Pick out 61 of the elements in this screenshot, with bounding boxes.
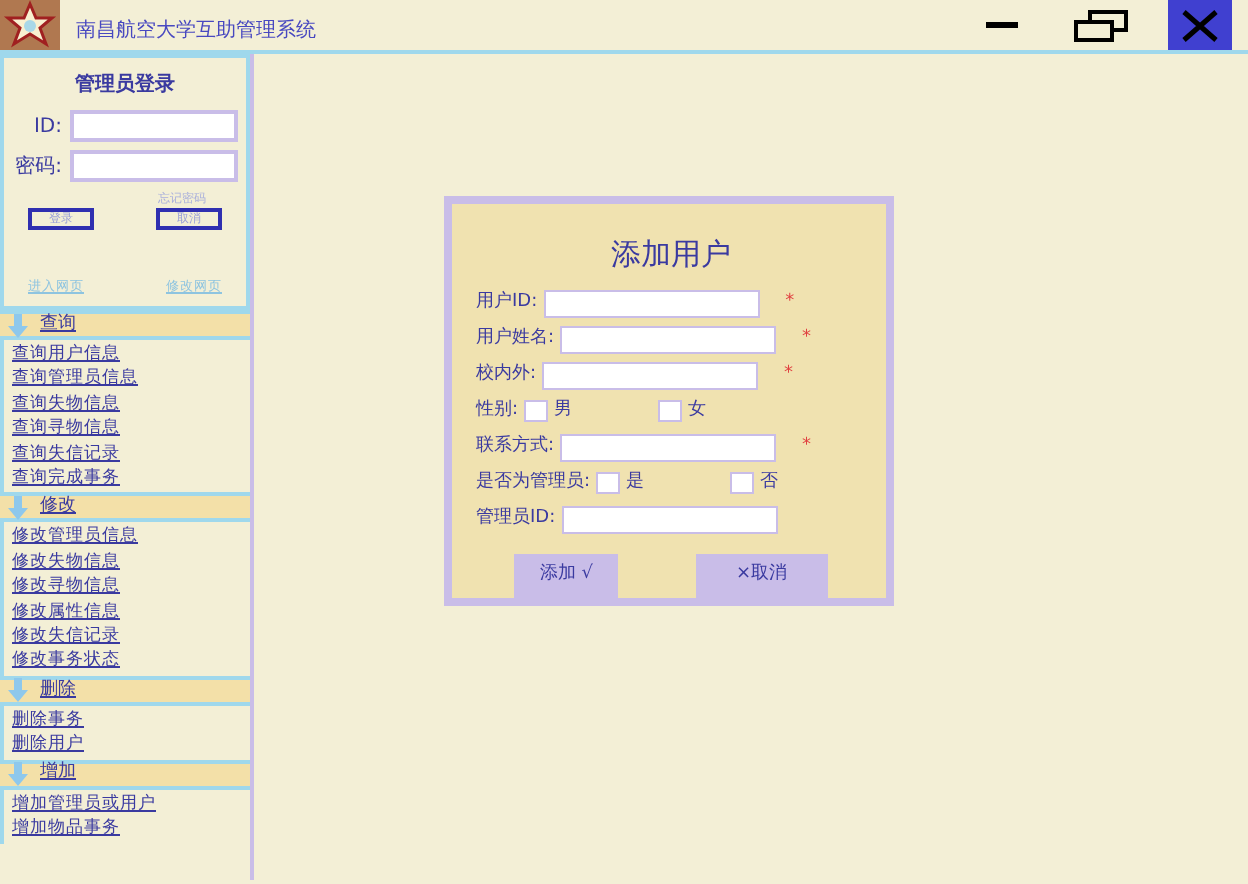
section-header[interactable]: 增加 [0, 759, 250, 790]
sidebar-link[interactable]: 增加物品事务 [12, 816, 242, 841]
field-label: 密码: [13, 153, 62, 181]
login-title: 管理员登录 [73, 71, 177, 100]
sidebar-link[interactable]: 增加管理员或用户 [12, 791, 242, 817]
sidebar-link[interactable]: 查询失物信息 [12, 391, 242, 417]
field-label: 用户ID: [476, 289, 538, 316]
sidebar-link[interactable]: 修改失物信息 [12, 549, 242, 575]
field-label: ID: [31, 113, 62, 141]
input-field[interactable] [560, 325, 777, 353]
sidebar-link[interactable]: 查询寻物信息 [12, 416, 242, 442]
sidebar-link[interactable]: 查询用户信息 [12, 342, 242, 367]
field-label: 联系方式: [476, 433, 555, 460]
sidebar-link[interactable]: 修改事务状态 [12, 648, 242, 674]
option-label: 男 [554, 397, 573, 424]
down-arrow-icon [8, 495, 28, 520]
close-icon [1180, 9, 1220, 41]
down-arrow-icon [8, 313, 28, 337]
option-label: 是 [626, 469, 645, 496]
sidebar-link[interactable]: 查询失信记录 [12, 441, 242, 467]
checkbox[interactable] [524, 400, 549, 422]
sidebar-link[interactable]: 查询管理员信息 [12, 366, 242, 392]
field-label: 校内外: [476, 361, 537, 388]
section-header[interactable]: 查询 [0, 310, 250, 340]
window-title: 南昌航空大学互助管理系统 [76, 17, 318, 46]
option-label: 否 [760, 469, 779, 496]
checkbox[interactable] [730, 472, 755, 494]
input-field[interactable] [70, 150, 238, 182]
checkbox[interactable] [658, 400, 683, 422]
required-mark: * [785, 289, 795, 316]
cancel-button[interactable]: ×取消 [695, 553, 828, 597]
input-field[interactable] [542, 361, 759, 389]
minimize-icon [986, 21, 1018, 29]
down-arrow-icon [8, 762, 28, 787]
close-button[interactable] [1168, 0, 1232, 50]
sidebar-link[interactable]: 删除事务 [12, 707, 242, 733]
input-field[interactable] [70, 110, 238, 142]
required-mark: * [802, 433, 812, 460]
restore-icon [1074, 9, 1130, 41]
sidebar-link[interactable]: 查询完成事务 [12, 466, 242, 491]
checkbox[interactable] [596, 472, 621, 494]
required-mark: * [802, 325, 812, 352]
sidebar-link[interactable]: 删除用户 [12, 732, 242, 758]
down-arrow-icon [8, 678, 28, 703]
sidebar-link[interactable]: 修改属性信息 [12, 599, 242, 625]
required-mark: * [784, 361, 794, 388]
section-header[interactable]: 删除 [0, 675, 250, 706]
field-label: 性别: [476, 397, 519, 424]
add-button[interactable]: 添加 √ [514, 553, 619, 597]
input-field[interactable] [560, 433, 777, 461]
input-field[interactable] [561, 505, 778, 533]
sidebar-link[interactable]: 修改失信记录 [12, 624, 242, 649]
field-label: 用户姓名: [476, 325, 555, 352]
input-field[interactable] [543, 289, 760, 317]
form-title: 添加用户 [609, 234, 733, 276]
field-label: 是否为管理员: [476, 469, 591, 496]
option-label: 女 [688, 397, 707, 424]
sidebar-link[interactable]: 修改管理员信息 [12, 524, 242, 550]
field-label: 管理员ID: [476, 505, 556, 532]
sidebar-link[interactable]: 修改寻物信息 [12, 574, 242, 600]
section-header[interactable]: 修改 [0, 492, 250, 523]
